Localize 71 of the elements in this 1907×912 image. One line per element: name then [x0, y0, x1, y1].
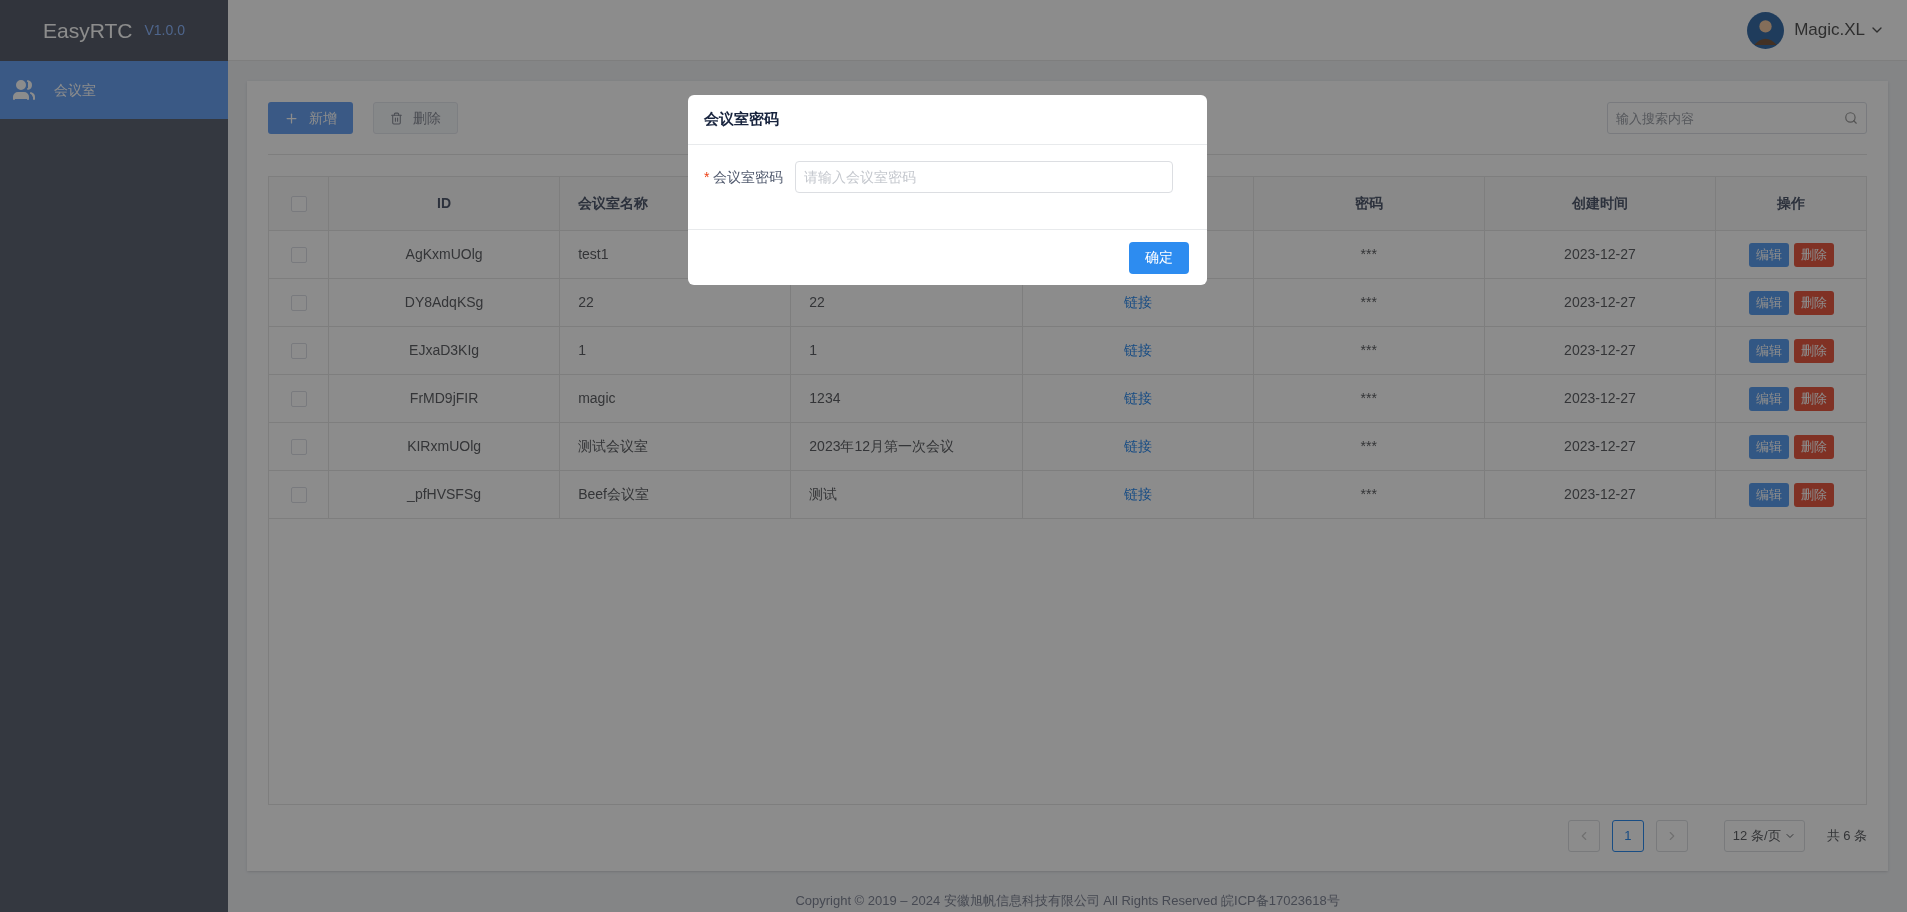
table-cell-text: 1 [809, 341, 818, 360]
delete-button[interactable]: 删除 [1793, 434, 1834, 459]
column-header: ID [437, 194, 452, 213]
table-cell-text: magic [578, 389, 616, 408]
table-cell-text: 2023-12-27 [1564, 293, 1636, 312]
search-icon [1844, 111, 1858, 125]
column-header: 密码 [1354, 194, 1383, 213]
column-header: 创建时间 [1571, 194, 1628, 213]
table-cell-text: 22 [578, 293, 594, 312]
table-cell-text: 测试 [809, 485, 838, 504]
edit-button[interactable]: 编辑 [1748, 434, 1789, 459]
edit-button[interactable]: 编辑 [1748, 338, 1789, 363]
table-cell-text: 2023-12-27 [1564, 485, 1636, 504]
table-cell-text: 2023-12-27 [1564, 389, 1636, 408]
table-cell-text: 2023-12-27 [1564, 437, 1636, 456]
table-cell-text: _pfHVSFSg [407, 485, 482, 504]
edit-button[interactable]: 编辑 [1748, 386, 1789, 411]
next-page-button[interactable] [1655, 820, 1688, 852]
link[interactable]: 链接 [1123, 388, 1152, 409]
edit-button[interactable]: 编辑 [1748, 290, 1789, 315]
table-cell-text: *** [1360, 293, 1377, 312]
table-cell-text: *** [1360, 437, 1377, 456]
table-cell-text: *** [1360, 245, 1377, 264]
required-mark: * [704, 167, 710, 187]
page-button[interactable]: 1 [1611, 820, 1644, 852]
total-count: 共 6 条 [1826, 827, 1867, 846]
link[interactable]: 链接 [1123, 292, 1152, 313]
delete-button[interactable]: 删除 [1793, 386, 1834, 411]
people-icon [12, 78, 36, 102]
dialog-title: 会议室密码 [704, 109, 779, 130]
add-button[interactable]: 新增 [268, 102, 353, 134]
delete-button[interactable]: 删除 [1793, 338, 1834, 363]
table-cell-text: 2023-12-27 [1564, 341, 1636, 360]
table-cell-text: DY8AdqKSg [404, 293, 484, 312]
password-field[interactable]: 请输入会议室密码 [795, 161, 1174, 193]
table-cell-text: 2023年12月第一次会议 [809, 437, 955, 456]
link[interactable]: 链接 [1123, 340, 1152, 361]
column-header: 操作 [1777, 194, 1805, 213]
table-cell-text: KIRxmUOlg [407, 437, 482, 456]
table-cell-text: *** [1360, 389, 1377, 408]
version-label: V1.0.0 [144, 21, 185, 40]
column-header: 会议室名称 [578, 194, 649, 213]
table-cell-text: EJxaD3KIg [409, 341, 480, 360]
field-label: 会议室密码 [713, 167, 784, 187]
trash-icon [390, 111, 403, 125]
table-cell-text: 22 [809, 293, 825, 312]
table-cell-text: *** [1360, 341, 1377, 360]
edit-button[interactable]: 编辑 [1748, 242, 1789, 267]
table-cell-text: Beef会议室 [578, 485, 649, 504]
app-logo: EasyRTC [43, 17, 133, 44]
avatar-icon [1747, 11, 1785, 49]
table-cell-text: 2023-12-27 [1564, 245, 1636, 264]
delete-button[interactable]: 删除 [1793, 482, 1834, 507]
table-cell-text: 测试会议室 [578, 437, 649, 456]
table-cell-text: *** [1360, 485, 1377, 504]
confirm-button[interactable]: 确定 [1129, 241, 1189, 274]
page-size-select[interactable]: 12 条/页 [1723, 820, 1805, 852]
delete-button[interactable]: 删除 [1793, 290, 1834, 315]
delete-button[interactable]: 删除 [1793, 242, 1834, 267]
previous-page-button[interactable] [1567, 820, 1600, 852]
table-cell-text: FrMD9jFIR [409, 389, 479, 408]
edit-button[interactable]: 编辑 [1748, 482, 1789, 507]
table-cell-text: 1 [578, 341, 586, 360]
plus-icon [284, 110, 299, 126]
link[interactable]: 链接 [1123, 484, 1152, 505]
sidebar-item[interactable]: 会议室 [0, 61, 228, 119]
table-cell-text: test1 [578, 245, 609, 264]
link[interactable]: 链接 [1123, 436, 1152, 457]
user-menu[interactable]: Magic.XL [1794, 17, 1885, 43]
table-cell-text: AgKxmUOlg [405, 245, 483, 264]
table-cell-text: 1234 [809, 389, 841, 408]
